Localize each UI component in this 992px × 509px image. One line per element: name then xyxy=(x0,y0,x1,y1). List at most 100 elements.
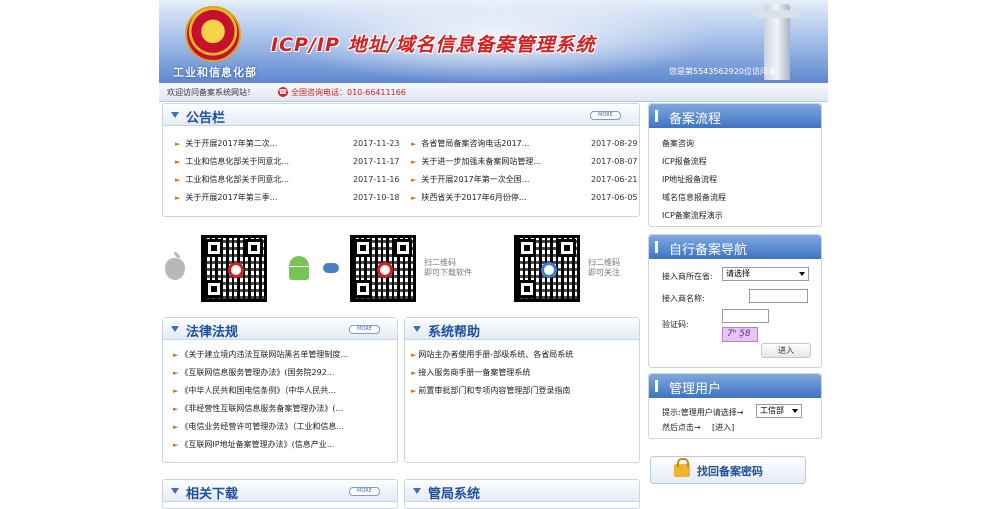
captcha-input[interactable] xyxy=(722,309,769,323)
arrow-icon: ► xyxy=(411,194,417,202)
national-emblem: ★ xyxy=(185,6,241,62)
arrow-icon: ► xyxy=(411,369,417,377)
notice-date: 2017-08-07 xyxy=(591,157,638,166)
province-select[interactable]: 请选择 xyxy=(722,267,809,281)
help-item[interactable]: ► 接入服务商手册一备案管理系统 xyxy=(411,367,530,378)
arrow-icon: ► xyxy=(411,351,417,359)
bureau-title: 管局系统 xyxy=(428,487,481,502)
process-link[interactable]: 域名信息报备流程 xyxy=(662,192,726,203)
enter-button[interactable]: 进入 xyxy=(761,343,811,358)
visitor-count: 您是第5543562920位访问者 xyxy=(669,67,776,76)
help-item[interactable]: ► 网站主办者使用手册-部级系统、各省局系统 xyxy=(411,349,573,360)
help-item[interactable]: ► 前置审批部门和专项内容管理部门登录指南 xyxy=(411,385,570,396)
process-link[interactable]: 备案咨询 xyxy=(662,138,694,149)
notice-item[interactable]: ► 陕西省关于2017年6月份停... xyxy=(411,192,526,203)
law-item[interactable]: ► 《非经营性互联网信息服务备案管理办法》(... xyxy=(173,403,343,414)
arrow-icon: ► xyxy=(411,140,417,148)
admin-header: 管理用户 xyxy=(649,374,821,398)
arrow-icon: ► xyxy=(173,351,179,359)
provider-name-label: 接入商名称: xyxy=(662,294,705,303)
notice-date: 2017-11-16 xyxy=(353,175,400,184)
hotline-text: 全国咨询电话：010-66411166 xyxy=(291,88,406,97)
arrow-icon: ► xyxy=(173,387,179,395)
notice-header: 公告栏 MORE xyxy=(163,104,639,126)
cloud-download-icon xyxy=(323,263,339,273)
triangle-icon xyxy=(171,112,179,118)
notice-date: 2017-11-23 xyxy=(353,139,400,148)
process-title: 备案流程 xyxy=(669,112,722,127)
notice-item[interactable]: ► 关于进一步加强未备案网站管理... xyxy=(411,156,541,167)
role-select[interactable]: 工信部 xyxy=(756,404,802,418)
notice-title: 公告栏 xyxy=(186,111,226,126)
notice-item[interactable]: ► 各省管局备案咨询电话2017... xyxy=(411,138,529,149)
process-header: 备案流程 xyxy=(649,104,821,128)
provider-name-input[interactable] xyxy=(749,289,808,303)
android-icon xyxy=(288,256,310,280)
self-nav-panel: 自行备案导航 接入商所在省: 请选择 接入商名称: 验证码: 7ʰ 5̤8 进入 xyxy=(648,234,822,368)
notice-date: 2017-06-21 xyxy=(591,175,638,184)
notice-date: 2017-08-29 xyxy=(591,139,638,148)
welcome-text: 欢迎访问备案系统网站！ xyxy=(167,88,255,97)
arrow-icon: ► xyxy=(411,387,417,395)
follow-qr-caption: 扫二维码 即可关注 xyxy=(588,258,620,277)
download-title: 相关下载 xyxy=(186,487,239,502)
phone-icon: ☎ xyxy=(278,87,288,97)
triangle-icon xyxy=(413,488,421,494)
download-more-button[interactable]: MORE xyxy=(349,487,380,496)
admin-enter-link[interactable]: [进入] xyxy=(712,422,734,433)
apple-icon xyxy=(165,252,185,280)
law-header: 法律法规 MORE xyxy=(163,318,397,340)
notice-item[interactable]: ► 关于开展2017年第二次... xyxy=(175,138,277,149)
admin-title: 管理用户 xyxy=(669,382,722,397)
download-qr-caption: 扫二维码 即可下载软件 xyxy=(424,258,472,277)
process-link[interactable]: ICP报备流程 xyxy=(662,156,707,167)
captcha-label: 验证码: xyxy=(662,320,689,329)
notice-date: 2017-11-17 xyxy=(353,157,400,166)
arrow-icon: ► xyxy=(411,158,417,166)
law-item[interactable]: ► 《互联网信息服务管理办法》(国务院292... xyxy=(173,367,334,378)
law-item[interactable]: ► 《关于建立境内违法互联网站黑名单管理制度... xyxy=(173,349,348,360)
help-panel: 系统帮助 ► 网站主办者使用手册-部级系统、各省局系统 ► 接入服务商手册一备案管理… xyxy=(404,317,640,463)
province-label: 接入商所在省: xyxy=(662,272,713,281)
notice-date: 2017-10-18 xyxy=(353,193,400,202)
process-link[interactable]: ICP备案流程演示 xyxy=(662,210,723,221)
arrow-icon: ► xyxy=(173,441,179,449)
help-header: 系统帮助 xyxy=(405,318,639,340)
notice-item[interactable]: ► 关于开展2017年第三季... xyxy=(175,192,277,203)
admin-hint: 提示:管理用户请选择→ xyxy=(662,408,744,417)
ios-qr-code xyxy=(201,235,267,302)
retrieve-password-button[interactable]: 找回备案密码 xyxy=(650,456,806,484)
notice-item[interactable]: ► 工业和信息化部关于同意北... xyxy=(175,156,289,167)
system-title: ICP/IP 地址/域名信息备案管理系统 xyxy=(271,34,596,56)
notice-item[interactable]: ► 工业和信息化部关于同意北... xyxy=(175,174,289,185)
law-item[interactable]: ► 《互联网IP地址备案管理办法》(信息产业... xyxy=(173,439,334,450)
triangle-icon xyxy=(171,488,179,494)
bureau-header: 管局系统 xyxy=(405,480,639,502)
arrow-icon: ► xyxy=(173,369,179,377)
notice-item[interactable]: ► 关于开展2017年第一次全国... xyxy=(411,174,529,185)
arrow-icon: ► xyxy=(173,423,179,431)
captcha-image[interactable]: 7ʰ 5̤8 xyxy=(722,327,758,342)
arrow-icon: ► xyxy=(411,176,417,184)
notice-more-button[interactable]: MORE xyxy=(590,111,621,120)
ministry-name: 工业和信息化部 xyxy=(173,66,257,79)
law-item[interactable]: ► 《中华人民共和国电信条例》（中华人民共... xyxy=(173,385,336,396)
notice-date: 2017-06-05 xyxy=(591,193,638,202)
chevron-down-icon xyxy=(799,272,805,276)
triangle-icon xyxy=(413,326,421,332)
law-item[interactable]: ► 《电信业务经营许可管理办法》（工业和信息... xyxy=(173,421,344,432)
download-header: 相关下载 MORE xyxy=(163,480,397,502)
triangle-icon xyxy=(171,326,179,332)
arrow-icon: ► xyxy=(175,176,181,184)
law-panel: 法律法规 MORE ► 《关于建立境内违法互联网站黑名单管理制度... ► 《互联网… xyxy=(162,317,398,463)
law-more-button[interactable]: MORE xyxy=(349,325,380,334)
admin-panel: 管理用户 提示:管理用户请选择→ 工信部 然后点击→ [进入] xyxy=(648,373,822,439)
self-nav-title: 自行备案导航 xyxy=(669,243,748,258)
process-link[interactable]: IP地址报备流程 xyxy=(662,174,717,185)
admin-then-text: 然后点击→ xyxy=(662,423,701,432)
retrieve-password-label: 找回备案密码 xyxy=(697,465,763,478)
android-qr-code xyxy=(350,235,416,302)
wechat-qr-code xyxy=(514,235,580,302)
notice-panel: 公告栏 MORE ► 关于开展2017年第二次... 2017-11-23 ► 工业… xyxy=(162,103,640,217)
page: ★ 工业和信息化部 ICP/IP 地址/域名信息备案管理系统 您是第554356… xyxy=(159,0,828,509)
